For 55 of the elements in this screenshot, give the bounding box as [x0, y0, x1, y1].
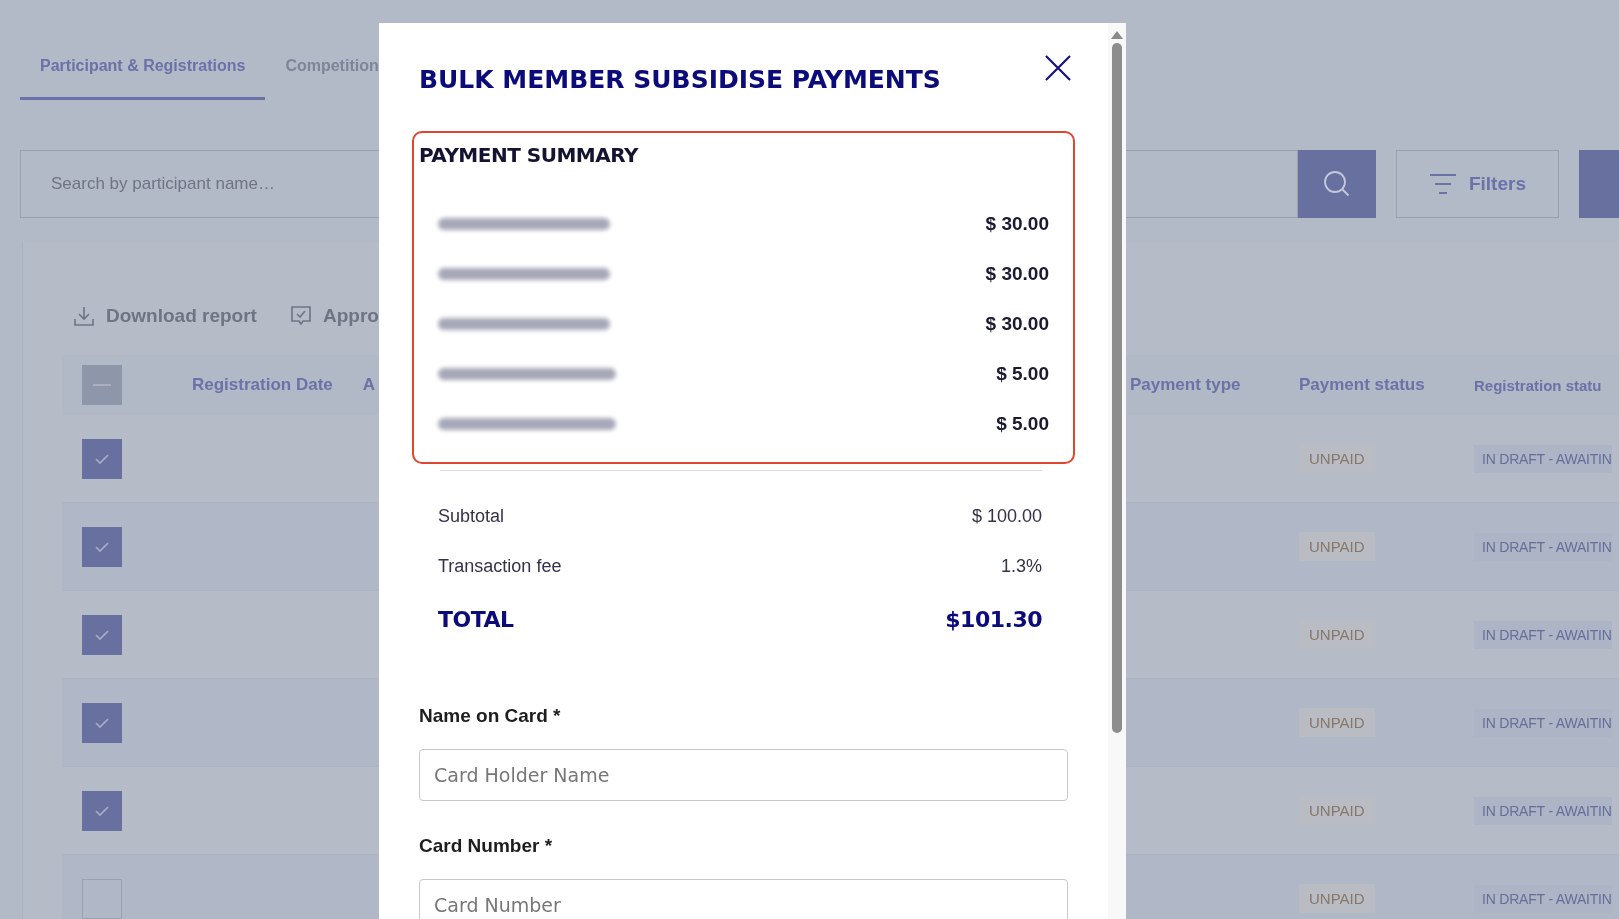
amount: $ 30.00: [985, 213, 1049, 235]
subtotal-value: $ 100.00: [971, 505, 1042, 527]
toolbar-button[interactable]: Download report: [72, 304, 257, 328]
search-button[interactable]: [1297, 150, 1376, 218]
checkbox[interactable]: [82, 438, 122, 479]
status-badge: UNPAID: [1299, 620, 1375, 649]
status-badge: UNPAID: [1299, 796, 1375, 825]
filter-icon: [1428, 173, 1457, 195]
fee-label: Transaction fee: [438, 555, 562, 577]
field-label: Name on Card *: [419, 704, 562, 728]
status-badge: UNPAID: [1299, 444, 1375, 473]
filters-button[interactable]: Filters: [1395, 150, 1559, 218]
close-icon[interactable]: [1044, 54, 1072, 82]
search-field[interactable]: Search by participant name…: [20, 150, 379, 218]
total-label: TOTAL: [438, 606, 514, 632]
download-icon: [72, 304, 96, 328]
checkbox[interactable]: [82, 526, 122, 567]
column-header[interactable]: A: [362, 375, 376, 395]
column-header[interactable]: Registration statu: [1474, 376, 1602, 394]
search-field[interactable]: [1126, 150, 1298, 218]
input-field[interactable]: Card Holder Name: [419, 749, 1068, 801]
tab[interactable]: Participant & Registrations: [20, 38, 266, 100]
column-header[interactable]: Payment type: [1130, 375, 1299, 395]
total-value: $101.30: [945, 606, 1042, 632]
checkbox[interactable]: [82, 790, 122, 831]
subtotal-label: Subtotal: [438, 505, 505, 527]
amount: $ 5.00: [996, 363, 1049, 385]
column-header[interactable]: Registration Date: [192, 375, 333, 395]
chat-check-icon: [288, 304, 313, 328]
amount: $ 5.00: [996, 413, 1049, 435]
scrollbar[interactable]: [1108, 23, 1126, 919]
dialog-title: BULK MEMBER SUBSIDISE PAYMENTS: [419, 65, 941, 95]
status-badge: IN DRAFT - AWAITIN: [1474, 708, 1612, 737]
column-header[interactable]: Payment status: [1299, 375, 1474, 395]
status-badge: IN DRAFT - AWAITIN: [1474, 620, 1612, 649]
amount: $ 30.00: [985, 313, 1049, 335]
checkbox[interactable]: [82, 365, 122, 405]
search-input[interactable]: Search by participant name…: [21, 173, 379, 195]
amount: $ 30.00: [985, 263, 1049, 285]
section-heading: PAYMENT SUMMARY: [419, 142, 640, 168]
checkbox[interactable]: [82, 702, 122, 743]
status-badge: UNPAID: [1299, 708, 1375, 737]
scroll-up-icon[interactable]: [1111, 31, 1123, 39]
toolbar-button[interactable]: Appro: [288, 304, 379, 328]
input-field[interactable]: Card Number: [419, 879, 1068, 919]
fee-value: 1.3%: [1000, 555, 1042, 577]
status-badge: UNPAID: [1299, 532, 1375, 561]
status-badge: IN DRAFT - AWAITIN: [1474, 884, 1612, 913]
status-badge: IN DRAFT - AWAITIN: [1474, 532, 1612, 561]
status-badge: IN DRAFT - AWAITIN: [1474, 444, 1612, 473]
search-icon: [1321, 169, 1352, 199]
status-badge: IN DRAFT - AWAITIN: [1474, 796, 1612, 825]
status-badge: UNPAID: [1299, 884, 1375, 913]
checkbox[interactable]: [82, 614, 122, 655]
field-label: Card Number *: [419, 834, 554, 858]
